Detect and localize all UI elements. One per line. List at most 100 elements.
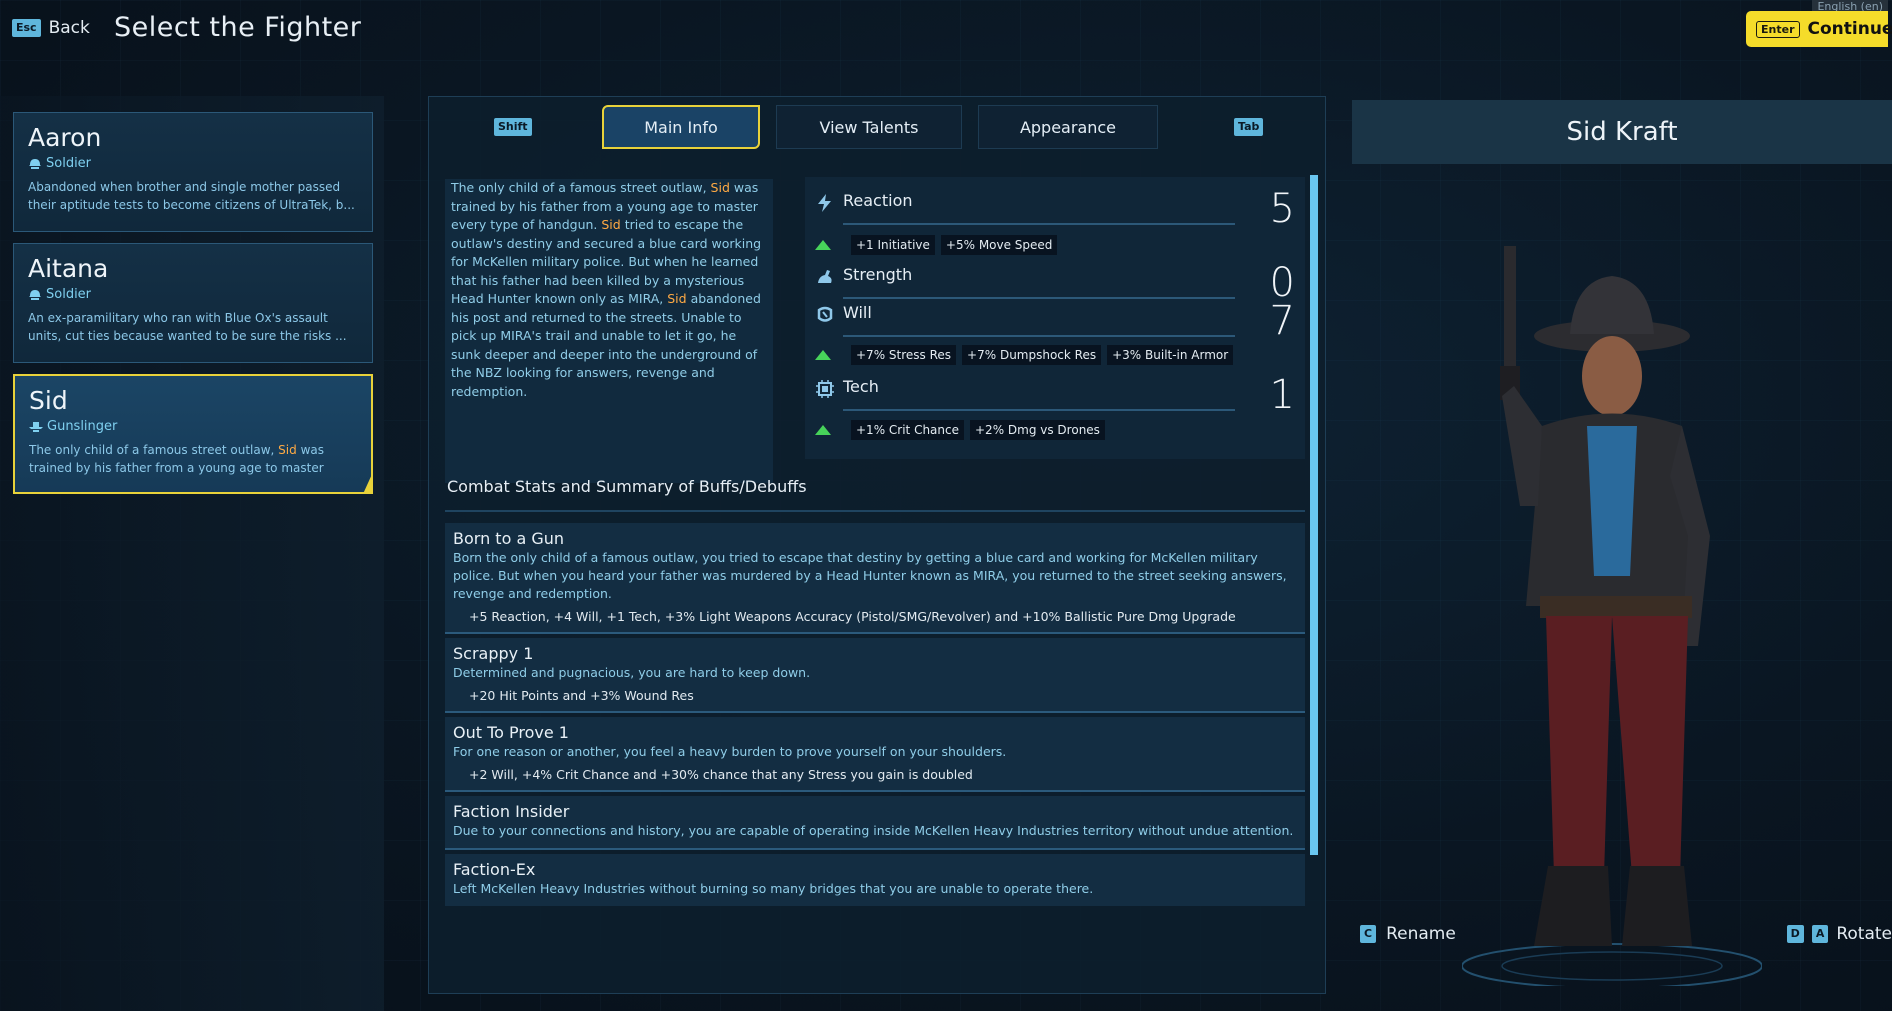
attribute-value: 1: [1269, 372, 1295, 418]
tab-bar: Shift Main Info View Talents Appearance …: [429, 105, 1327, 149]
bonus-chip: +1 Initiative: [851, 235, 935, 255]
soldier-helmet-icon: [29, 159, 41, 169]
perk-description: For one reason or another, you feel a he…: [453, 744, 1007, 759]
fighter-class-label: Soldier: [46, 287, 92, 302]
perk-description: Left McKellen Heavy Industries without b…: [453, 881, 1094, 896]
tab-view-talents[interactable]: View Talents: [776, 105, 962, 149]
rename-button[interactable]: C Rename: [1360, 924, 1456, 944]
tab-appearance[interactable]: Appearance: [978, 105, 1158, 149]
page-title: Select the Fighter: [114, 12, 362, 43]
attribute-name: Tech: [843, 377, 879, 396]
attribute-name: Strength: [843, 265, 913, 284]
chip-icon: [816, 380, 834, 398]
brain-icon: [817, 306, 833, 322]
perk-item: Faction Insider Due to your connections …: [445, 796, 1305, 850]
c-key-hint: C: [1360, 925, 1377, 943]
bonus-chip: +7% Dumpshock Res: [962, 345, 1102, 365]
character-bio: The only child of a famous street outlaw…: [445, 179, 773, 483]
scrollbar[interactable]: [1310, 175, 1318, 855]
attribute-name: Will: [843, 303, 872, 322]
gunslinger-hat-icon: [29, 422, 43, 432]
scrollbar-thumb[interactable]: [1310, 175, 1318, 855]
perk-description: Due to your connections and history, you…: [453, 823, 1294, 838]
combat-stats-heading: Combat Stats and Summary of Buffs/Debuff…: [447, 477, 807, 496]
enter-key-hint: Enter: [1756, 20, 1800, 38]
character-full-name: Sid Kraft: [1352, 100, 1892, 164]
attribute-divider: [843, 223, 1235, 225]
continue-button[interactable]: Enter Continue: [1746, 11, 1892, 47]
attribute-strength: Strength 0: [815, 263, 1295, 303]
fighter-class: Soldier: [28, 287, 358, 302]
d-key-hint: D: [1786, 925, 1804, 943]
top-bar: Esc Back Select the Fighter English (en)…: [0, 0, 1892, 60]
fighter-class-label: Gunslinger: [47, 419, 118, 434]
perk-item: Out To Prove 1 For one reason or another…: [445, 717, 1305, 792]
back-button[interactable]: Esc Back: [12, 18, 90, 38]
tech-bonuses: +1% Crit Chance +2% Dmg vs Drones: [815, 420, 1105, 440]
fighter-description: The only child of a famous street outlaw…: [29, 443, 324, 475]
perk-bonus: +2 Will, +4% Crit Chance and +30% chance…: [469, 767, 973, 782]
fighter-roster: Aaron Soldier Abandoned when brother and…: [0, 96, 384, 1011]
character-model[interactable]: [1462, 176, 1762, 986]
fighter-card-sid[interactable]: Sid Gunslinger The only child of a famou…: [13, 374, 373, 494]
attribute-divider: [843, 335, 1235, 337]
buff-up-arrow-icon: [815, 425, 831, 435]
shift-key-hint[interactable]: Shift: [494, 118, 532, 136]
bonus-chip: +2% Dmg vs Drones: [970, 420, 1105, 440]
a-key-hint: A: [1811, 925, 1829, 943]
selected-corner-marker: [363, 472, 373, 494]
fighter-class-label: Soldier: [46, 156, 92, 171]
perk-bonus: +20 Hit Points and +3% Wound Res: [469, 688, 694, 703]
flexed-arm-icon: [818, 270, 832, 283]
perk-description: Determined and pugnacious, you are hard …: [453, 665, 811, 680]
rotate-label: Rotate: [1836, 924, 1892, 944]
perk-name: Scrappy 1: [453, 644, 534, 663]
bonus-chip: +1% Crit Chance: [851, 420, 964, 440]
attribute-divider: [843, 409, 1235, 411]
perk-name: Born to a Gun: [453, 529, 565, 548]
perk-name: Faction Insider: [453, 802, 570, 821]
perk-item: Scrappy 1 Determined and pugnacious, you…: [445, 638, 1305, 713]
attribute-will: Will 7: [815, 301, 1295, 341]
perk-item: Faction-Ex Left McKellen Heavy Industrie…: [445, 854, 1305, 906]
tab-main-info[interactable]: Main Info: [602, 105, 760, 149]
will-bonuses: +7% Stress Res +7% Dumpshock Res +3% Bui…: [815, 345, 1234, 365]
perk-list[interactable]: Born to a Gun Born the only child of a f…: [445, 523, 1305, 963]
buff-up-arrow-icon: [815, 240, 831, 250]
info-panel: Shift Main Info View Talents Appearance …: [428, 96, 1326, 994]
attribute-name: Reaction: [843, 191, 913, 210]
bonus-chip: +3% Built-in Armor: [1107, 345, 1234, 365]
character-preview-panel: Sid Kraft C Rename D A Rotate: [1352, 96, 1892, 1011]
attribute-value: 5: [1269, 186, 1295, 232]
soldier-helmet-icon: [29, 290, 41, 300]
fighter-description: Abandoned when brother and single mother…: [28, 180, 355, 212]
fighter-class: Gunslinger: [29, 419, 357, 434]
attribute-value: 7: [1269, 298, 1295, 344]
fighter-description: An ex-paramilitary who ran with Blue Ox'…: [28, 311, 347, 343]
reaction-bonuses: +1 Initiative +5% Move Speed: [815, 235, 1058, 255]
tab-key-hint[interactable]: Tab: [1234, 118, 1264, 136]
fighter-name: Aaron: [28, 123, 102, 152]
buff-up-arrow-icon: [815, 350, 831, 360]
attribute-divider: [843, 297, 1235, 299]
perk-description: Born the only child of a famous outlaw, …: [453, 550, 1287, 601]
fighter-name: Sid: [29, 386, 68, 415]
fighter-name: Aitana: [28, 254, 109, 283]
attribute-reaction: Reaction 5: [815, 189, 1295, 229]
fighter-card-aaron[interactable]: Aaron Soldier Abandoned when brother and…: [13, 112, 373, 232]
rename-label: Rename: [1386, 924, 1456, 944]
esc-key-hint: Esc: [12, 19, 41, 37]
bonus-chip: +5% Move Speed: [940, 235, 1058, 255]
continue-label: Continue: [1807, 19, 1892, 39]
perk-name: Faction-Ex: [453, 860, 536, 879]
attribute-tech: Tech 1: [815, 375, 1295, 415]
fighter-card-aitana[interactable]: Aitana Soldier An ex-paramilitary who ra…: [13, 243, 373, 363]
attribute-value: 0: [1269, 260, 1295, 306]
back-label: Back: [48, 18, 90, 38]
perk-bonus: +5 Reaction, +4 Will, +1 Tech, +3% Light…: [469, 609, 1236, 624]
fighter-class: Soldier: [28, 156, 358, 171]
perk-name: Out To Prove 1: [453, 723, 569, 742]
rotate-button[interactable]: D A Rotate: [1786, 924, 1892, 944]
section-divider: [445, 510, 1305, 512]
attributes-panel: Reaction 5 +1 Initiative +5% Move Speed …: [805, 177, 1305, 459]
